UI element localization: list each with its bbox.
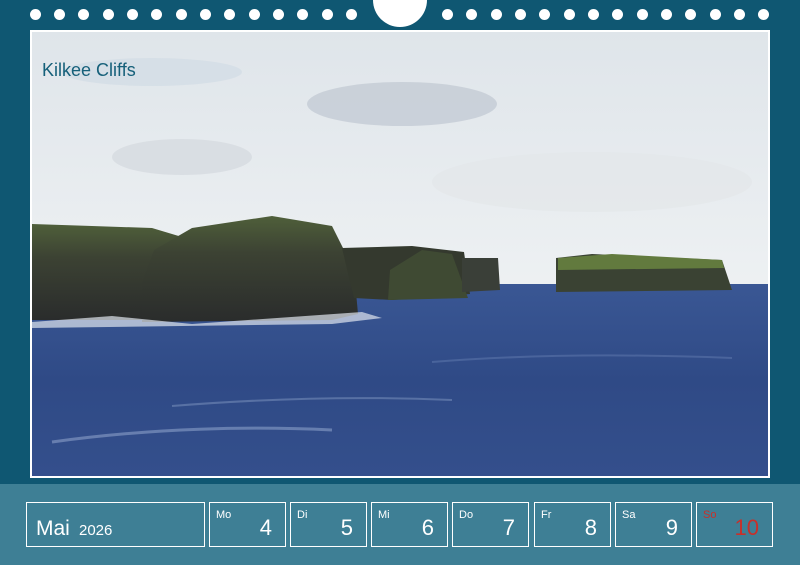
cloud — [112, 139, 252, 175]
day-number: 8 — [584, 515, 597, 540]
day-cell-saturday: Sa 9 — [615, 502, 692, 547]
binding-hole — [30, 9, 41, 20]
binding-hole — [661, 9, 672, 20]
day-abbr: Mo — [216, 509, 232, 521]
month-name: Mai — [36, 517, 70, 540]
day-number: 9 — [665, 515, 678, 540]
day-abbr: Sa — [622, 509, 636, 521]
binding-hole — [224, 9, 235, 20]
photo — [30, 30, 770, 478]
day-abbr: Do — [459, 509, 474, 521]
hanger-cutout — [373, 0, 427, 27]
binding-hole — [734, 9, 745, 20]
month-label: Mai 2026 — [26, 502, 205, 547]
binding-hole — [322, 9, 333, 20]
binding-hole — [151, 9, 162, 20]
binding-hole — [297, 9, 308, 20]
day-abbr: Fr — [541, 509, 552, 521]
binding-hole — [273, 9, 284, 20]
day-abbr: So — [703, 509, 717, 521]
binding-hole — [346, 9, 357, 20]
cliff-far — [462, 258, 500, 292]
binding-holes — [0, 0, 800, 30]
day-cell-wednesday: Mi 6 — [371, 502, 448, 547]
month-year: 2026 — [79, 522, 113, 539]
binding-hole — [249, 9, 260, 20]
day-cell-sunday: So 10 — [696, 502, 773, 547]
day-number: 6 — [421, 515, 434, 540]
day-number: 7 — [502, 515, 515, 540]
day-abbr: Mi — [378, 509, 390, 521]
day-cell-thursday: Do 7 — [452, 502, 529, 547]
cloud — [307, 82, 497, 126]
day-cell-friday: Fr 8 — [534, 502, 611, 547]
day-number: 4 — [259, 515, 272, 540]
binding-hole — [710, 9, 721, 20]
binding-hole — [758, 9, 769, 20]
cloud — [432, 152, 752, 212]
binding-hole — [127, 9, 138, 20]
binding-hole — [176, 9, 187, 20]
binding-hole — [491, 9, 502, 20]
binding-hole — [515, 9, 526, 20]
binding-hole — [200, 9, 211, 20]
day-number: 5 — [340, 515, 353, 540]
day-number: 10 — [734, 515, 759, 540]
binding-hole — [78, 9, 89, 20]
day-abbr: Di — [297, 509, 308, 521]
binding-hole — [588, 9, 599, 20]
photo-title: Kilkee Cliffs — [42, 60, 136, 80]
day-cell-monday: Mo 4 — [209, 502, 286, 547]
binding-hole — [564, 9, 575, 20]
binding-hole — [612, 9, 623, 20]
binding-hole — [637, 9, 648, 20]
binding-hole — [442, 9, 453, 20]
binding-hole — [54, 9, 65, 20]
binding-hole — [539, 9, 550, 20]
binding-hole — [466, 9, 477, 20]
day-cell-tuesday: Di 5 — [290, 502, 367, 547]
photo-scene — [32, 32, 768, 476]
binding-hole — [103, 9, 114, 20]
binding-hole — [685, 9, 696, 20]
